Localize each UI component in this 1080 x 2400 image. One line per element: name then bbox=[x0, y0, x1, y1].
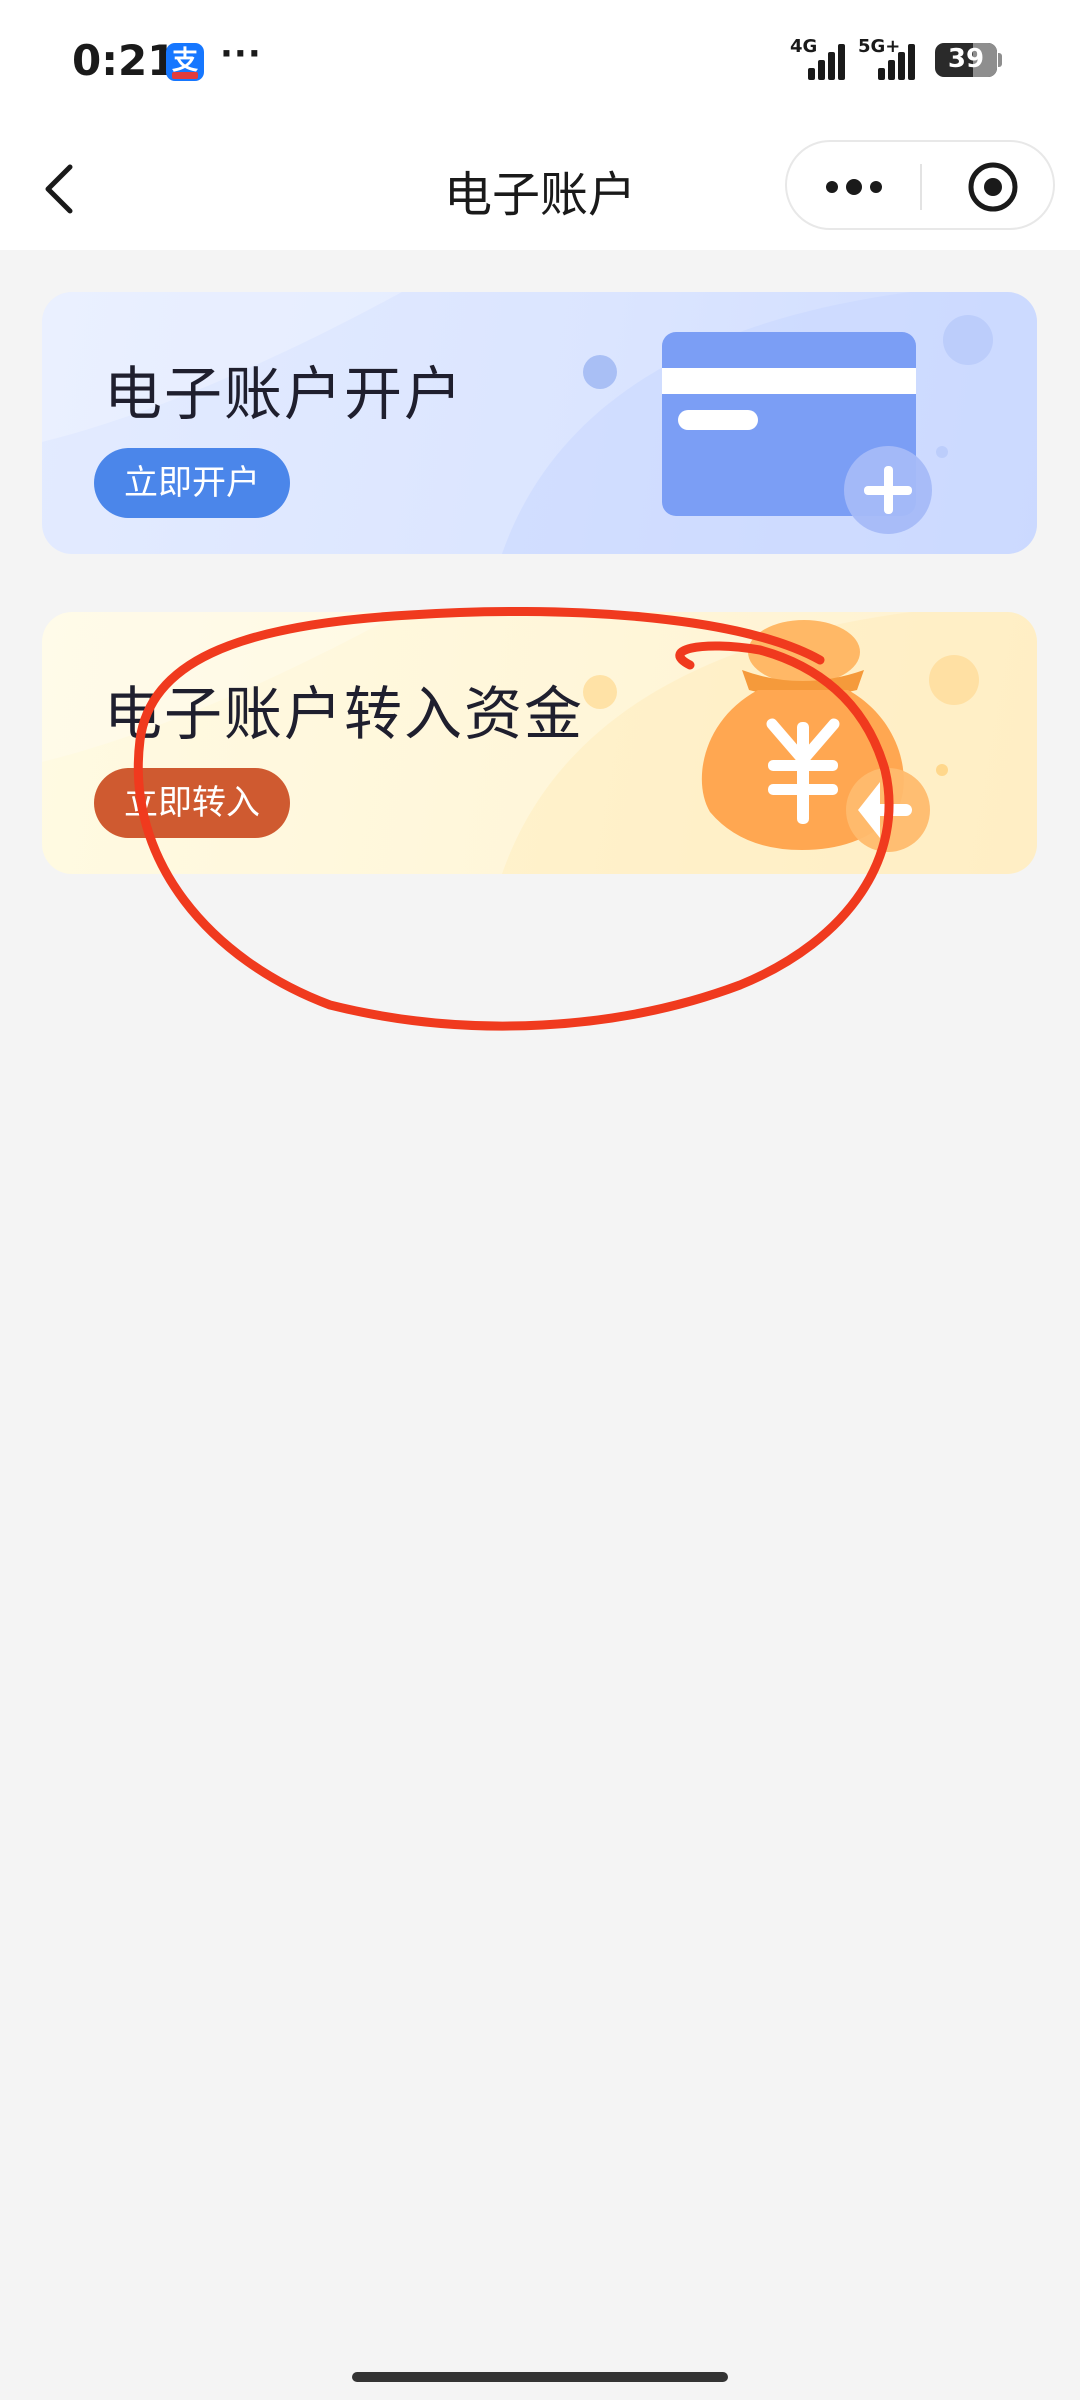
open-account-title: 电子账户开户 bbox=[104, 360, 465, 428]
transfer-funds-title: 电子账户转入资金 bbox=[104, 680, 585, 748]
capsule-divider bbox=[920, 164, 922, 210]
transfer-funds-card[interactable]: 电子账户转入资金 立即转入 bbox=[42, 612, 1037, 874]
status-time: 0:21 bbox=[72, 36, 177, 85]
signal-strength-icon bbox=[878, 40, 924, 80]
status-more-indicator: ··· bbox=[220, 34, 262, 74]
battery-tip bbox=[998, 53, 1002, 67]
mini-program-capsule bbox=[785, 140, 1055, 230]
more-dots-icon bbox=[826, 179, 882, 195]
target-close-icon bbox=[968, 162, 1018, 212]
open-account-card[interactable]: 电子账户开户 立即开户 bbox=[42, 292, 1037, 554]
alipay-icon: 支 bbox=[166, 43, 204, 81]
open-account-button[interactable]: 立即开户 bbox=[94, 448, 290, 518]
battery-level: 39 bbox=[947, 44, 985, 74]
more-button[interactable] bbox=[824, 170, 884, 204]
signal-strength-icon bbox=[808, 40, 854, 80]
transfer-funds-button[interactable]: 立即转入 bbox=[94, 768, 290, 838]
home-indicator[interactable] bbox=[352, 2372, 728, 2382]
status-bar: 0:21 支 ··· 4G 5G+ 39 bbox=[0, 0, 1080, 125]
battery-icon: 39 bbox=[935, 43, 997, 77]
bank-card-plus-icon bbox=[662, 332, 932, 534]
close-mini-program-button[interactable] bbox=[965, 159, 1021, 215]
navigation-bar: 电子账户 bbox=[0, 125, 1080, 250]
